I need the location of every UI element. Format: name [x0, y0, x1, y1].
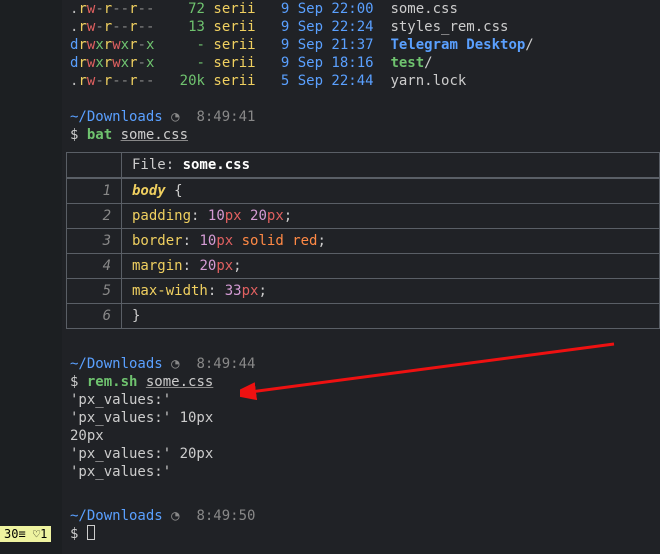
prompt-1: ~/Downloads ◔ 8:49:41 — [66, 108, 660, 126]
prompt-2: ~/Downloads ◔ 8:49:44 — [66, 355, 660, 373]
line-number: 6 — [67, 304, 122, 329]
prompt-3: ~/Downloads ◔ 8:49:50 — [66, 507, 660, 525]
command-2[interactable]: $ rem.sh some.css — [66, 373, 660, 391]
status-badge: 30≡ ♡1 — [0, 526, 51, 542]
bat-gutter-header — [67, 153, 122, 178]
code-line: margin: 20px; — [122, 254, 660, 279]
bat-output: File: some.css 1body {2 padding: 10px 20… — [66, 152, 660, 329]
terminal[interactable]: .rw-r--r-- 72 serii 9 Sep 22:00 some.css… — [62, 0, 660, 554]
line-number: 1 — [67, 179, 122, 204]
output-line: 'px_values:' 10px — [66, 409, 660, 427]
code-line: padding: 10px 20px; — [122, 204, 660, 229]
ls-row: drwxrwxr-x - serii 9 Sep 18:16 test/ — [66, 54, 660, 72]
ls-row: .rw-r--r-- 20k serii 5 Sep 22:44 yarn.lo… — [66, 72, 660, 90]
command-3-empty[interactable]: $ — [66, 525, 660, 543]
output-line: 20px — [66, 427, 660, 445]
ls-output: .rw-r--r-- 72 serii 9 Sep 22:00 some.css… — [66, 0, 660, 90]
line-number: 3 — [67, 229, 122, 254]
line-number: 5 — [67, 279, 122, 304]
code-line: max-width: 33px; — [122, 279, 660, 304]
terminal-screenshot: 30≡ ♡1 .rw-r--r-- 72 serii 9 Sep 22:00 s… — [0, 0, 660, 554]
ls-row: .rw-r--r-- 13 serii 9 Sep 22:24 styles_r… — [66, 18, 660, 36]
code-line: border: 10px solid red; — [122, 229, 660, 254]
window-left-strip — [0, 0, 62, 554]
output-line: 'px_values:' 20px — [66, 445, 660, 463]
output-line: 'px_values:' — [66, 391, 660, 409]
code-line: body { — [122, 179, 660, 204]
line-number: 2 — [67, 204, 122, 229]
bat-file-header: File: some.css — [122, 153, 660, 178]
command-1[interactable]: $ bat some.css — [66, 126, 660, 144]
command-output: 'px_values:' 'px_values:' 10px 20px 'px_… — [66, 391, 660, 481]
bat-body: 1body {2 padding: 10px 20px;3 border: 10… — [66, 178, 660, 329]
ls-row: drwxrwxr-x - serii 9 Sep 21:37 Telegram … — [66, 36, 660, 54]
line-number: 4 — [67, 254, 122, 279]
output-line: 'px_values:' — [66, 463, 660, 481]
code-line: } — [122, 304, 660, 329]
ls-row: .rw-r--r-- 72 serii 9 Sep 22:00 some.css — [66, 0, 660, 18]
cursor — [87, 525, 95, 540]
